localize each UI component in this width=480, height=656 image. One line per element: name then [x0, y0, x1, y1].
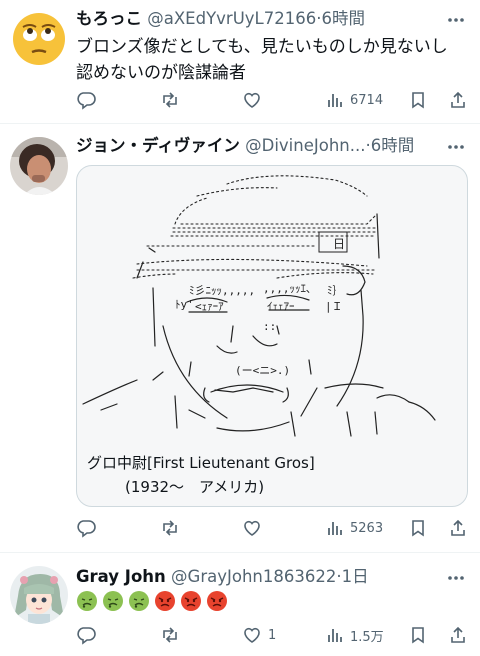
- share-icon: [451, 626, 465, 643]
- action-bar: 5263: [76, 517, 466, 539]
- share-button[interactable]: [448, 624, 468, 646]
- nauseated-face-icon: [103, 591, 123, 611]
- svg-text:<ｪｧｰｱ: <ｪｧｰｱ: [195, 300, 224, 313]
- like-button[interactable]: [242, 89, 262, 111]
- repost-icon: [163, 627, 177, 643]
- handle[interactable]: @aXEdYvrUyL72166: [147, 9, 316, 28]
- post-text: ブロンズ像だとしても、見たいものしか見ないし 認めないのが陰謀論者: [76, 34, 464, 86]
- rolling-eyes-emoji-icon: [13, 13, 65, 65]
- share-icon: [451, 519, 465, 536]
- share-icon: [451, 91, 465, 108]
- avatar[interactable]: [10, 10, 68, 68]
- anime-character-avatar: [10, 566, 68, 624]
- post-header: もろっこ @aXEdYvrUyL72166·6時間: [76, 8, 440, 30]
- like-button[interactable]: [242, 517, 262, 539]
- hat-insignia-mark: 日: [333, 237, 345, 251]
- likes-count: 1: [268, 627, 277, 643]
- timestamp[interactable]: 1日: [342, 567, 369, 586]
- svg-text:|Ｉ: |Ｉ: [325, 300, 343, 313]
- bookmark-icon: [412, 627, 424, 644]
- svg-text:ﾐ｝: ﾐ｝: [327, 284, 344, 297]
- svg-text:::: ::: [263, 320, 276, 333]
- post-text-line-2: 認めないのが陰謀論者: [76, 63, 246, 83]
- timestamp[interactable]: 6時間: [371, 136, 415, 155]
- repost-button[interactable]: [160, 624, 180, 646]
- views-count: 6714: [350, 92, 384, 108]
- repost-icon: [163, 92, 177, 108]
- repost-icon: [163, 520, 177, 536]
- views-chart-icon: [328, 629, 342, 642]
- avatar[interactable]: [10, 566, 68, 624]
- post-header: ジョン・ディヴァイン @DivineJohn...·6時間: [76, 135, 440, 157]
- post-1[interactable]: もろっこ @aXEdYvrUyL72166·6時間 ブロンズ像だとしても、見たい…: [0, 0, 480, 124]
- ascii-art-caption-title: グロ中尉[First Lieutenant Gros]: [87, 454, 315, 472]
- svg-text:ｲｪｪｱｰ: ｲｪｪｱｰ: [267, 300, 295, 313]
- more-options-icon[interactable]: [446, 137, 466, 157]
- angry-face-icon: [207, 591, 227, 611]
- nauseated-face-icon: [77, 591, 97, 611]
- bookmark-button[interactable]: [408, 517, 428, 539]
- svg-text:,,,,ｯｯｴ､: ,,,,ｯｯｴ､: [263, 282, 312, 295]
- bookmark-icon: [412, 92, 424, 109]
- angry-face-icon: [155, 591, 175, 611]
- post-text-emojis: [76, 590, 228, 612]
- like-button[interactable]: 1: [242, 624, 276, 646]
- display-name[interactable]: Gray John: [76, 567, 166, 586]
- svg-text:(ー<ニ>.): (ー<ニ>.): [235, 364, 290, 377]
- nauseated-face-icon: [129, 591, 149, 611]
- ascii-art-caption-subtitle: (1932〜 アメリカ): [125, 478, 265, 496]
- repost-button[interactable]: [160, 89, 180, 111]
- ascii-art-portrait: ﾐ彡ﾆｯｯ,,,,, ,,,,ｯｯｴ､ ﾐ｝ ﾄy' <ｪｧｰｱ ｲｪｪｱｰ |…: [82, 175, 436, 437]
- heart-icon: [244, 92, 260, 108]
- reply-button[interactable]: [76, 624, 96, 646]
- person-photo-avatar: [10, 137, 68, 195]
- action-bar: 1 1.5万: [76, 624, 466, 646]
- svg-text:ﾐ彡ﾆｯｯ,,,,,: ﾐ彡ﾆｯｯ,,,,,: [189, 284, 255, 297]
- post-3[interactable]: Gray John @GrayJohn1863622·1日 1 1.5万: [0, 554, 480, 656]
- display-name[interactable]: もろっこ: [76, 9, 142, 28]
- avatar[interactable]: [10, 137, 68, 195]
- views-button[interactable]: 5263: [326, 517, 383, 539]
- reply-button[interactable]: [76, 517, 96, 539]
- views-chart-icon: [328, 94, 342, 107]
- bookmark-button[interactable]: [408, 89, 428, 111]
- views-button[interactable]: 1.5万: [326, 624, 384, 646]
- reply-icon: [77, 627, 96, 645]
- views-count: 1.5万: [350, 629, 384, 645]
- svg-text:ﾄy': ﾄy': [175, 298, 194, 311]
- post-2[interactable]: ジョン・ディヴァイン @DivineJohn...·6時間 ﾐ彡ﾆｯｯ,,,,,…: [0, 125, 480, 553]
- heart-icon: [244, 520, 260, 536]
- views-count: 5263: [350, 520, 384, 536]
- share-button[interactable]: [448, 517, 468, 539]
- views-button[interactable]: 6714: [326, 89, 383, 111]
- bookmark-icon: [412, 520, 424, 537]
- angry-face-icon: [181, 591, 201, 611]
- views-chart-icon: [328, 522, 342, 535]
- bookmark-button[interactable]: [408, 624, 428, 646]
- handle[interactable]: @DivineJohn...: [245, 136, 365, 155]
- post-header: Gray John @GrayJohn1863622·1日: [76, 566, 440, 588]
- repost-button[interactable]: [160, 517, 180, 539]
- timestamp[interactable]: 6時間: [321, 9, 365, 28]
- display-name[interactable]: ジョン・ディヴァイン: [76, 136, 240, 155]
- heart-icon: [244, 627, 260, 643]
- action-bar: 6714: [76, 89, 466, 111]
- ascii-art-image[interactable]: ﾐ彡ﾆｯｯ,,,,, ,,,,ｯｯｴ､ ﾐ｝ ﾄy' <ｪｧｰｱ ｲｪｪｱｰ |…: [76, 165, 468, 507]
- more-options-icon[interactable]: [446, 10, 466, 30]
- handle[interactable]: @GrayJohn1863622: [171, 567, 336, 586]
- reply-icon: [77, 520, 96, 538]
- reply-icon: [77, 92, 96, 110]
- more-options-icon[interactable]: [446, 568, 466, 588]
- reply-button[interactable]: [76, 89, 96, 111]
- share-button[interactable]: [448, 89, 468, 111]
- post-text-line-1: ブロンズ像だとしても、見たいものしか見ないし: [76, 37, 448, 57]
